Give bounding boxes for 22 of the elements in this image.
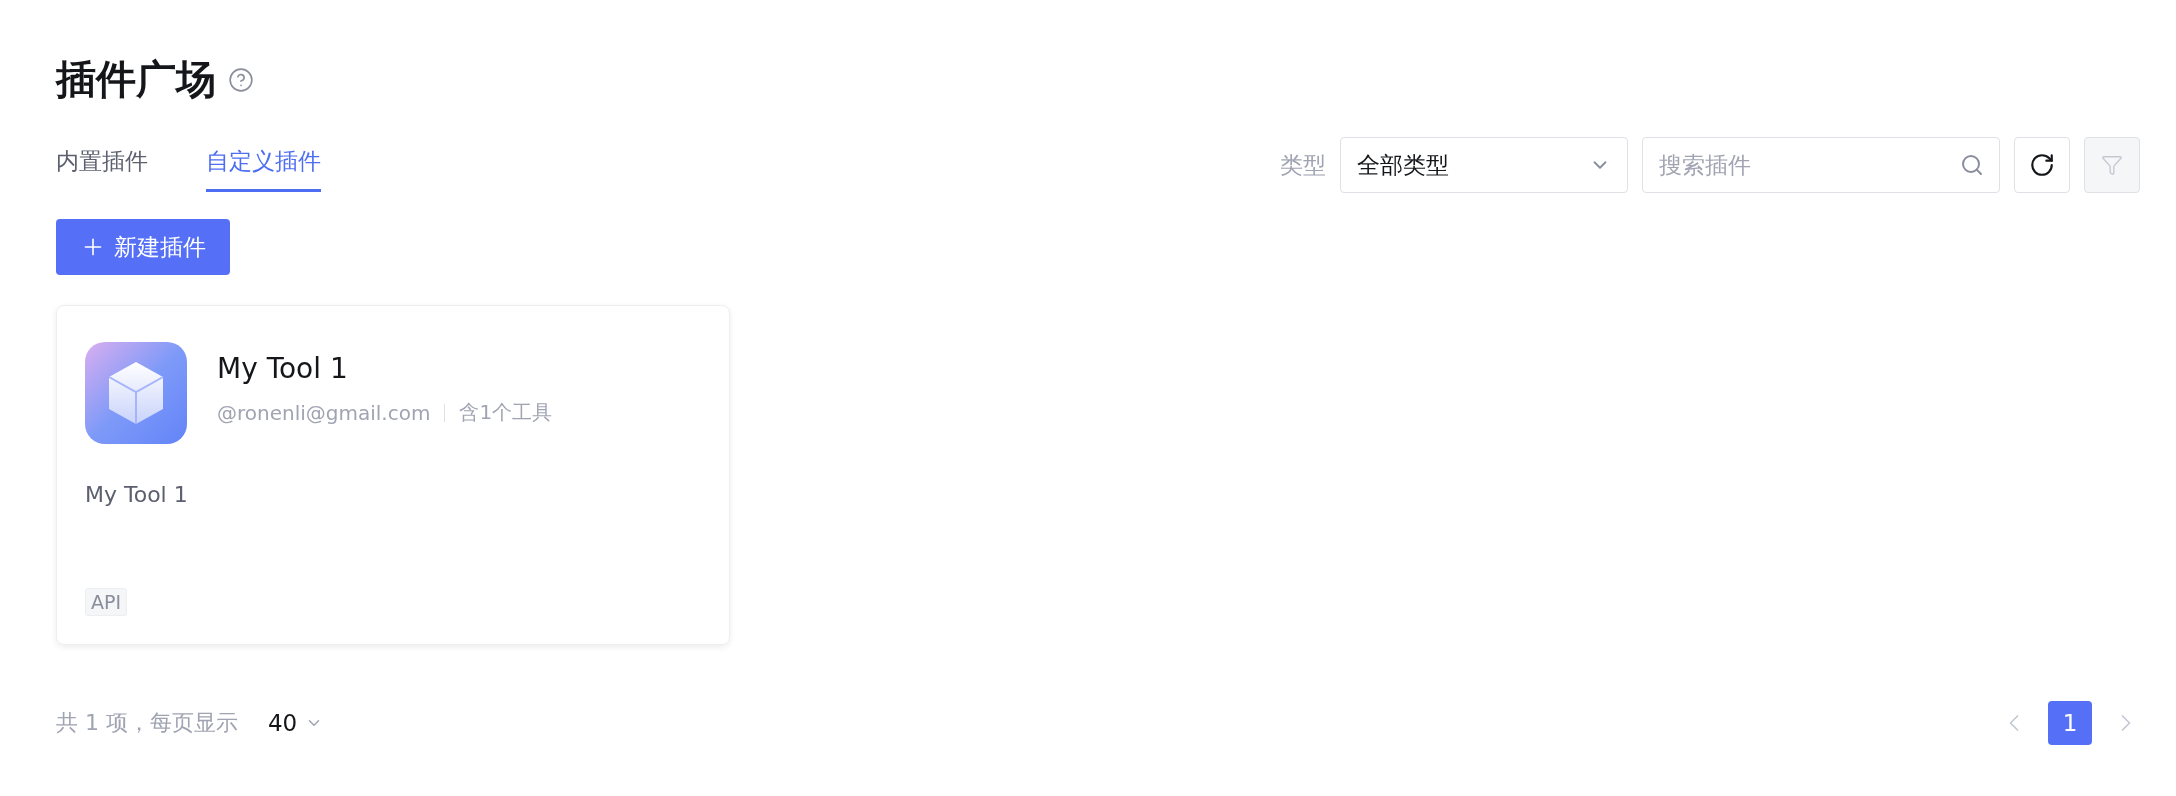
help-icon[interactable] — [228, 66, 254, 93]
new-plugin-button[interactable]: 新建插件 — [56, 219, 230, 275]
plugin-name: My Tool 1 — [217, 352, 349, 385]
search-field[interactable]: 搜索插件 — [1642, 137, 2000, 193]
cube-icon — [85, 342, 187, 444]
total-summary: 共 1 项，每页显示 — [56, 709, 238, 737]
plugin-tag: API — [85, 588, 128, 616]
page-title: 插件广场 — [56, 55, 216, 104]
tab[interactable]: 内置插件 — [56, 138, 148, 192]
filter-icon — [2101, 154, 2123, 176]
page-button[interactable]: 1 — [2048, 701, 2092, 745]
page-size-select[interactable]: 40 — [268, 710, 324, 736]
plugin-card[interactable]: My Tool 1 @ronenli@gmail.com 含1个工具 My Tool 1 API — [56, 305, 730, 645]
type-select[interactable]: 全部类型 — [1340, 137, 1628, 193]
type-label: 类型 — [1280, 150, 1326, 180]
search-icon — [1960, 153, 1984, 177]
refresh-icon — [2029, 152, 2055, 178]
tab[interactable]: 自定义插件 — [206, 138, 321, 192]
plugin-description: My Tool 1 — [85, 482, 189, 507]
refresh-button[interactable] — [2014, 137, 2070, 193]
tool-count: 含1个工具 — [459, 399, 553, 426]
plugin-author: @ronenli@gmail.com — [217, 400, 431, 425]
